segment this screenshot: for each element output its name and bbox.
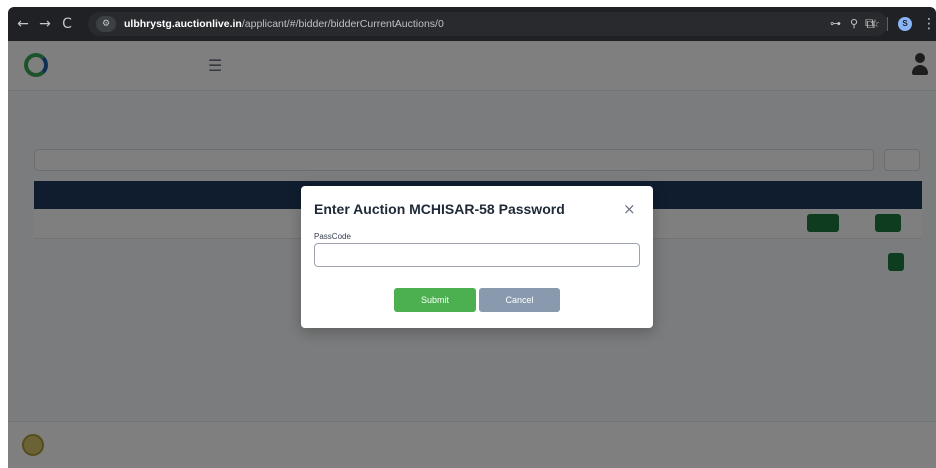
forward-icon[interactable]: → — [34, 16, 56, 32]
back-icon[interactable]: ← — [12, 16, 34, 32]
submit-button[interactable]: Submit — [394, 288, 476, 312]
passcode-dialog: Enter Auction MCHISAR-58 Password × Pass… — [301, 186, 653, 328]
url-host: ulbhrystg.auctionlive.in — [124, 18, 242, 30]
passcode-input[interactable] — [314, 243, 640, 267]
toolbar-divider — [887, 17, 888, 31]
browser-toolbar: ← → C ⚙ ulbhrystg.auctionlive.in/applica… — [8, 7, 936, 41]
zoom-icon[interactable]: ⚲ — [850, 17, 858, 30]
address-bar[interactable]: ⚙ ulbhrystg.auctionlive.in/applicant/#/b… — [88, 12, 888, 36]
profile-avatar[interactable]: S — [898, 17, 912, 31]
url-path: /applicant/#/bidder/bidderCurrentAuction… — [241, 18, 444, 30]
reload-icon[interactable]: C — [56, 16, 78, 32]
key-icon[interactable]: ⊶ — [830, 17, 841, 30]
passcode-label: PassCode — [314, 232, 351, 241]
close-icon[interactable]: × — [623, 200, 636, 218]
browser-menu-icon[interactable]: ⋮ — [922, 16, 936, 32]
browser-actions: ⧉ S ⋮ — [863, 16, 936, 32]
dialog-title: Enter Auction MCHISAR-58 Password — [314, 201, 565, 217]
site-settings-icon[interactable]: ⚙ — [96, 16, 116, 32]
cancel-button[interactable]: Cancel — [479, 288, 560, 312]
url-text: ulbhrystg.auctionlive.in/applicant/#/bid… — [124, 18, 444, 30]
extensions-icon[interactable]: ⧉ — [863, 16, 877, 32]
